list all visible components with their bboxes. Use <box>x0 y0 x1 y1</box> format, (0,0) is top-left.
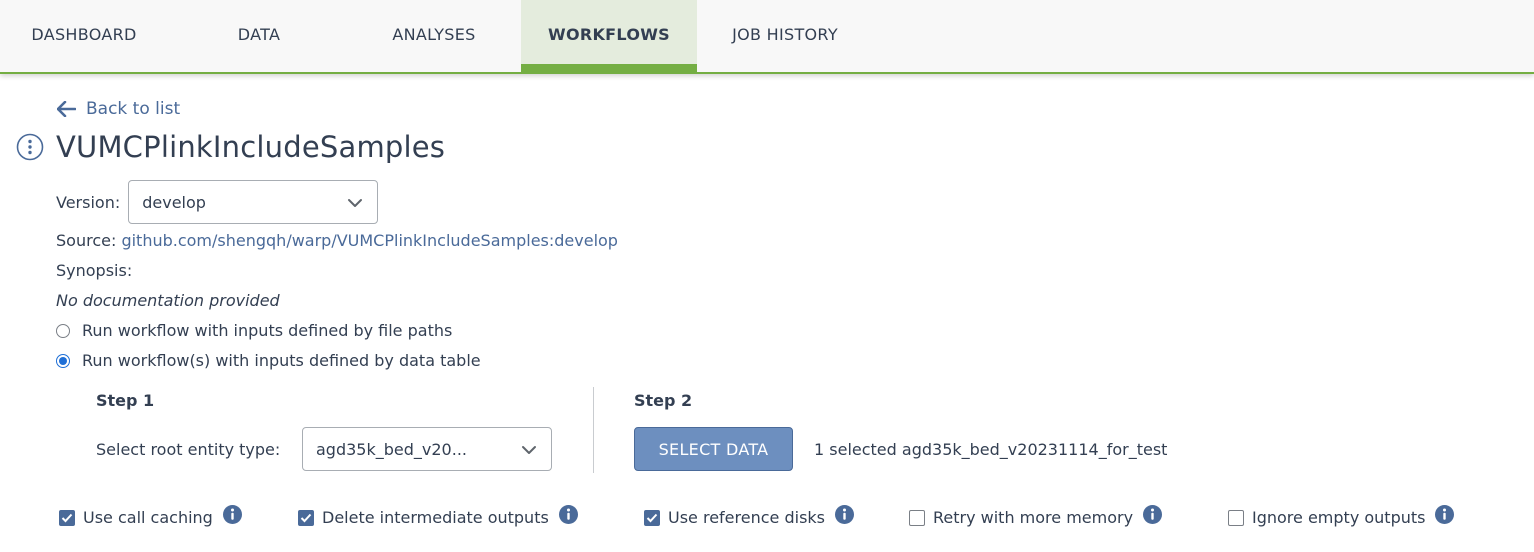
option-ignore-empty-outputs[interactable]: Ignore empty outputs <box>1228 505 1455 527</box>
reference-disks-checkbox[interactable] <box>644 509 660 526</box>
option-reference-disks[interactable]: Use reference disks <box>644 505 854 527</box>
radio-file-paths-label: Run workflow with inputs defined by file… <box>82 321 453 340</box>
checkmark-icon <box>61 513 73 522</box>
tab-analyses[interactable]: ANALYSES <box>370 0 498 72</box>
option-retry-memory[interactable]: Retry with more memory <box>909 505 1163 527</box>
ignore-empty-outputs-checkbox[interactable] <box>1228 509 1244 526</box>
version-row: Version: develop <box>56 180 379 224</box>
workspace-tab-bar: DASHBOARD DATA ANALYSES WORKFLOWS JOB HI… <box>0 0 1534 74</box>
workflow-title-row: VUMCPlinkIncludeSamples <box>16 130 445 164</box>
source-link[interactable]: github.com/shengqh/warp/VUMCPlinkInclude… <box>121 231 618 250</box>
call-caching-checkbox[interactable] <box>59 509 75 526</box>
tab-dashboard[interactable]: DASHBOARD <box>0 0 168 72</box>
tab-data[interactable]: DATA <box>208 0 310 72</box>
back-to-list-link[interactable]: Back to list <box>57 97 180 121</box>
radio-data-table[interactable] <box>56 353 70 368</box>
info-icon[interactable] <box>222 505 242 524</box>
run-mode-data-table[interactable]: Run workflow(s) with inputs defined by d… <box>56 351 481 370</box>
version-label: Version: <box>56 192 121 212</box>
root-entity-label: Select root entity type: <box>96 440 281 459</box>
step2-heading: Step 2 <box>634 391 693 410</box>
radio-data-table-label: Run workflow(s) with inputs defined by d… <box>82 351 481 370</box>
version-select[interactable]: develop <box>128 180 379 224</box>
synopsis-text: No documentation provided <box>56 291 280 310</box>
step-divider <box>593 387 594 473</box>
source-row: Source: github.com/shengqh/warp/VUMCPlin… <box>56 231 618 250</box>
root-entity-select[interactable]: agd35k_bed_v20... <box>302 427 552 471</box>
select-data-button[interactable]: SELECT DATA <box>634 427 793 471</box>
retry-memory-label: Retry with more memory <box>933 508 1134 527</box>
chevron-down-icon <box>522 446 536 454</box>
delete-intermediate-checkbox[interactable] <box>298 509 314 526</box>
checkmark-icon <box>646 513 658 522</box>
source-label: Source: <box>56 231 117 250</box>
retry-memory-checkbox[interactable] <box>909 509 925 526</box>
call-caching-label: Use call caching <box>83 508 213 527</box>
step1-heading: Step 1 <box>96 391 155 410</box>
reference-disks-label: Use reference disks <box>668 508 825 527</box>
option-call-caching[interactable]: Use call caching <box>59 505 242 527</box>
option-delete-intermediate[interactable]: Delete intermediate outputs <box>298 505 578 527</box>
root-entity-select-value: agd35k_bed_v20... <box>316 439 467 459</box>
info-circle-icon[interactable] <box>16 133 44 161</box>
tab-job-history[interactable]: JOB HISTORY <box>716 0 854 72</box>
tab-workflows[interactable]: WORKFLOWS <box>521 0 697 72</box>
chevron-down-icon <box>348 199 363 207</box>
info-icon[interactable] <box>1143 505 1163 524</box>
run-mode-file-paths[interactable]: Run workflow with inputs defined by file… <box>56 321 452 340</box>
version-select-value: develop <box>142 192 206 212</box>
synopsis-label: Synopsis: <box>56 261 133 280</box>
page-title: VUMCPlinkIncludeSamples <box>56 130 446 164</box>
delete-intermediate-label: Delete intermediate outputs <box>322 508 549 527</box>
info-icon[interactable] <box>558 505 578 524</box>
info-icon[interactable] <box>1435 505 1455 524</box>
selection-summary: 1 selected agd35k_bed_v20231114_for_test <box>814 440 1168 459</box>
radio-file-paths[interactable] <box>56 323 70 338</box>
arrow-left-icon <box>57 101 76 117</box>
checkmark-icon <box>300 513 312 522</box>
ignore-empty-outputs-label: Ignore empty outputs <box>1252 508 1426 527</box>
back-to-list-label: Back to list <box>86 99 181 119</box>
info-icon[interactable] <box>835 505 854 524</box>
